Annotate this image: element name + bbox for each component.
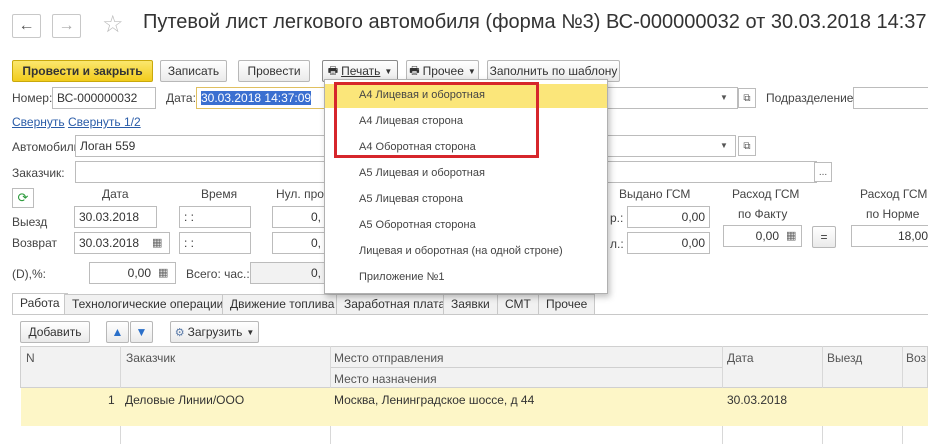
col-header-from[interactable]: Место отправления [334,351,444,365]
return-zero-field[interactable]: 0, [272,232,326,254]
date-label: Дата: [166,91,196,105]
calculator-icon[interactable]: ▦ [786,229,796,242]
col-header-to[interactable]: Место назначения [334,372,437,386]
back-button[interactable]: ← [12,14,41,38]
col-header-return[interactable]: Воз [906,351,926,365]
calculator-icon[interactable]: ▦ [158,266,168,279]
division-label: Подразделение: [766,91,857,105]
tab-salary[interactable]: Заработная плата [336,294,454,314]
organization-field[interactable] [606,87,738,109]
tabs-divider [12,314,928,315]
row-from: Москва, Ленинградское шоссе, д 44 [334,393,535,407]
move-up-button[interactable]: ▲ [106,321,129,343]
row-date: 30.03.2018 [727,393,788,407]
return-issued-field[interactable]: 0,00 [627,232,710,254]
return-time-field[interactable]: : : [179,232,251,254]
col-norm-label-2: по Норме [866,207,920,221]
exit-zero-field[interactable]: 0, [272,206,326,228]
col-header-n[interactable]: N [26,351,35,365]
exit-time-field[interactable]: : : [179,206,251,228]
exit-label: Выезд [12,215,48,229]
refresh-icon[interactable]: ⟳ [12,188,34,208]
vehicle-label: Автомобиль: [12,140,84,154]
page-title: Путевой лист легкового автомобиля (форма… [143,11,928,33]
customer-label: Заказчик: [12,166,65,180]
chevron-down-icon: ▼ [246,327,255,337]
highlight-frame [334,82,539,158]
fuel-norm-field[interactable]: 18,00 [851,225,928,247]
collapse-half-link[interactable]: Свернуть 1/2 [68,115,141,129]
arrow-up-icon: ▲ [111,325,124,339]
other-button-label: Прочее [422,64,464,78]
print-menu-item[interactable]: Лицевая и оборотная (на одной строне) [325,240,607,264]
return-label: Возврат [12,236,57,250]
number-label: Номер: [12,91,53,105]
col-header-date[interactable]: Дата [727,351,754,365]
print-menu-item[interactable]: А5 Лицевая и оборотная [325,162,607,186]
arrow-left-icon: ← [18,17,35,34]
select-ellipsis-icon[interactable]: ... [814,162,832,182]
col-header-exit[interactable]: Выезд [827,351,862,365]
printer-icon: 🖶 [409,64,420,77]
chevron-down-icon: ▼ [467,66,476,76]
d-percent-value: 0,00 [127,266,151,280]
col-date-label: Дата [102,187,129,201]
total-hours-label: Всего: час.: [186,267,250,281]
load-button[interactable]: ⚙ Загрузить ▼ [170,321,259,343]
tab-other[interactable]: Прочее [538,294,596,314]
printer-icon: 🖶 [327,64,339,77]
col-fact-label-1: Расход ГСМ [732,187,800,201]
open-icon[interactable]: ⧉ [738,136,756,156]
row-n: 1 [108,393,115,407]
chevron-down-icon[interactable]: ▼ [720,93,728,102]
tab-work[interactable]: Работа [12,293,68,315]
number-field[interactable]: ВС-000000032 [52,87,156,109]
forward-button[interactable]: → [52,14,81,38]
open-icon[interactable]: ⧉ [738,88,756,108]
d-percent-label: (D),%: [12,267,46,281]
row-customer: Деловые Линии/ООО [125,393,245,407]
total-hours-field[interactable]: 0, [250,262,326,284]
favorite-star-icon[interactable]: ☆ [102,10,124,39]
fuel-fact-value: 0,00 [755,229,779,243]
col-zero-label: Нул. проб [276,187,331,201]
collapse-link[interactable]: Свернуть [12,115,65,129]
col-header-customer[interactable]: Заказчик [126,351,175,365]
calendar-icon[interactable]: ▦ [152,236,162,249]
tab-fuel-movement[interactable]: Движение топлива [222,294,343,314]
print-menu-item[interactable]: А5 Оборотная сторона [325,214,607,238]
date-field[interactable]: 30.03.2018 14:37:09 [196,87,326,109]
move-down-button[interactable]: ▼ [130,321,153,343]
header-divider [330,367,722,368]
exit-date-field[interactable]: 30.03.2018 [74,206,157,228]
arrow-right-icon: → [58,17,75,34]
print-button-label: Печать [341,64,381,78]
chevron-down-icon: ▼ [384,66,393,76]
load-button-label: Загрузить [187,325,243,339]
col-fact-label-2: по Факту [738,207,788,221]
col-issued-label: Выдано ГСМ [619,187,691,201]
add-button[interactable]: Добавить [20,321,90,343]
col-time-label: Время [201,187,238,201]
tab-requests[interactable]: Заявки [443,294,498,314]
tab-smt[interactable]: СМТ [497,294,539,314]
save-button[interactable]: Записать [160,60,227,82]
return-fuel-suffix: л.: [610,237,624,251]
exit-fuel-suffix: р.: [610,211,624,225]
division-field[interactable] [853,87,928,109]
arrow-down-icon: ▼ [135,325,148,339]
chevron-down-icon[interactable]: ▼ [720,141,728,150]
print-menu-item[interactable]: Приложение №1 [325,266,607,290]
tab-tech-operations[interactable]: Технологические операции [64,294,232,314]
exit-issued-field[interactable]: 0,00 [627,206,710,228]
post-button[interactable]: Провести [238,60,310,82]
equals-button[interactable]: = [812,226,836,248]
print-menu-item[interactable]: А5 Лицевая сторона [325,188,607,212]
date-field-value: 30.03.2018 14:37:09 [201,91,312,105]
post-and-close-button[interactable]: Провести и закрыть [12,60,153,82]
col-norm-label-1: Расход ГСМ [860,187,928,201]
load-icon: ⚙ [174,326,185,339]
